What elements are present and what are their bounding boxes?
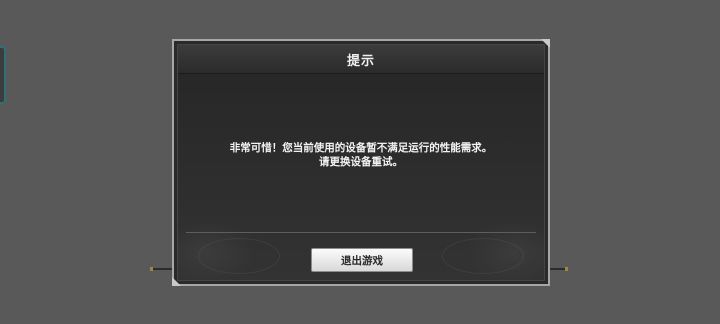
dialog-title-bar: 提示 [178,45,544,74]
alert-dialog: 提示 非常可惜！您当前使用的设备暂不满足运行的性能需求。 请更换设备重试。 退出… [172,39,550,286]
dialog-divider [186,232,536,233]
ornament-pattern [442,238,524,274]
message-line-1: 非常可惜！您当前使用的设备暂不满足运行的性能需求。 [229,142,493,154]
background-line-left [150,267,174,271]
dialog-body: 提示 非常可惜！您当前使用的设备暂不满足运行的性能需求。 请更换设备重试。 退出… [177,44,545,281]
exit-game-button[interactable]: 退出游戏 [311,248,413,272]
dialog-title: 提示 [346,53,375,69]
side-tab[interactable] [0,46,6,104]
dialog-message: 非常可惜！您当前使用的设备暂不满足运行的性能需求。 请更换设备重试。 [188,141,534,169]
ornament-pattern [198,238,280,274]
exit-game-button-label: 退出游戏 [341,254,383,267]
background-line-right [548,267,568,271]
message-line-2: 请更换设备重试。 [319,156,403,168]
game-screen: 提示 非常可惜！您当前使用的设备暂不满足运行的性能需求。 请更换设备重试。 退出… [0,0,720,324]
